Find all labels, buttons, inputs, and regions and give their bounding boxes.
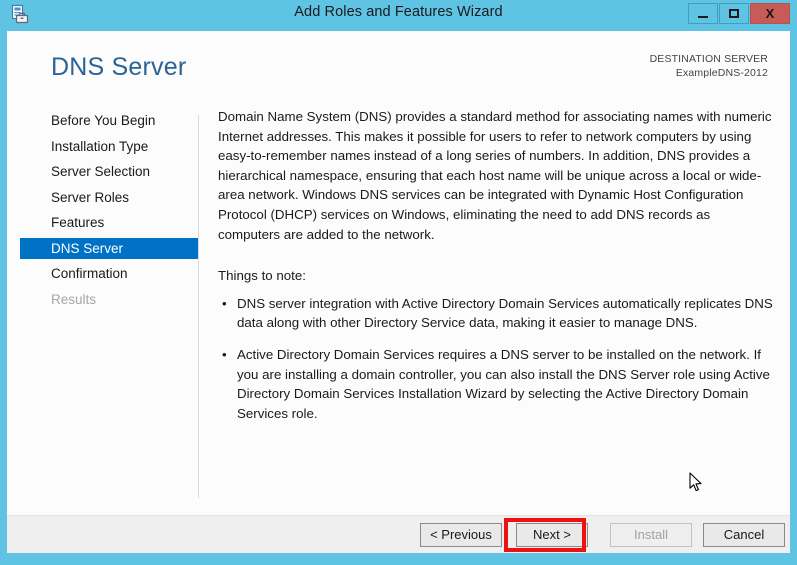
sidebar-item-server-roles[interactable]: Server Roles bbox=[20, 187, 198, 208]
install-button: Install bbox=[610, 523, 692, 547]
sidebar-item-results: Results bbox=[51, 291, 97, 307]
sidebar-item-dns-server[interactable]: DNS Server bbox=[20, 237, 198, 259]
dns-description-paragraph: Domain Name System (DNS) provides a stan… bbox=[218, 109, 772, 242]
sidebar-item-server-selection[interactable]: Server Selection bbox=[20, 161, 198, 182]
sidebar-item-features[interactable]: Features bbox=[20, 212, 198, 233]
title-bar[interactable]: Add Roles and Features Wizard X bbox=[0, 0, 797, 27]
wizard-window: Add Roles and Features Wizard X DNS Serv… bbox=[0, 0, 797, 565]
cancel-button[interactable]: Cancel bbox=[703, 523, 785, 547]
sidebar-item-confirmation[interactable]: Confirmation bbox=[20, 263, 198, 284]
things-to-note-heading: Things to note: bbox=[218, 268, 306, 284]
minimize-button[interactable] bbox=[688, 3, 718, 24]
list-item-text: DNS server integration with Active Direc… bbox=[237, 295, 773, 331]
list-item: • DNS server integration with Active Dir… bbox=[218, 294, 774, 333]
next-button[interactable]: Next > bbox=[516, 523, 588, 547]
list-item-text: Active Directory Domain Services require… bbox=[237, 346, 770, 421]
window-title: Add Roles and Features Wizard bbox=[294, 4, 503, 20]
wizard-footer: < Previous Next > Install Cancel bbox=[7, 515, 790, 553]
sidebar-item-before-you-begin[interactable]: Before You Begin bbox=[20, 110, 198, 131]
sidebar-content-divider bbox=[198, 115, 199, 498]
list-item: • Active Directory Domain Services requi… bbox=[218, 345, 774, 423]
bullet-icon: • bbox=[222, 295, 227, 311]
content-pane: Domain Name System (DNS) provides a stan… bbox=[218, 107, 774, 435]
previous-button[interactable]: < Previous bbox=[420, 523, 502, 547]
close-button[interactable]: X bbox=[750, 3, 790, 24]
minimize-icon bbox=[698, 15, 708, 18]
wizard-steps-sidebar: Before You Begin Installation Type Serve… bbox=[7, 110, 198, 510]
destination-server-block: DESTINATION SERVER ExampleDNS-2012 bbox=[650, 52, 768, 80]
bullet-icon: • bbox=[222, 346, 227, 362]
things-to-note-list: • DNS server integration with Active Dir… bbox=[218, 294, 774, 424]
destination-server-label: DESTINATION SERVER bbox=[649, 53, 768, 65]
maximize-icon bbox=[729, 9, 739, 18]
close-icon: X bbox=[765, 6, 775, 21]
destination-server-value: ExampleDNS-2012 bbox=[675, 67, 768, 79]
wizard-body: DNS Server DESTINATION SERVER ExampleDNS… bbox=[7, 31, 790, 515]
page-title: DNS Server bbox=[51, 53, 187, 81]
sidebar-item-installation-type[interactable]: Installation Type bbox=[20, 136, 198, 157]
maximize-button[interactable] bbox=[719, 3, 749, 24]
